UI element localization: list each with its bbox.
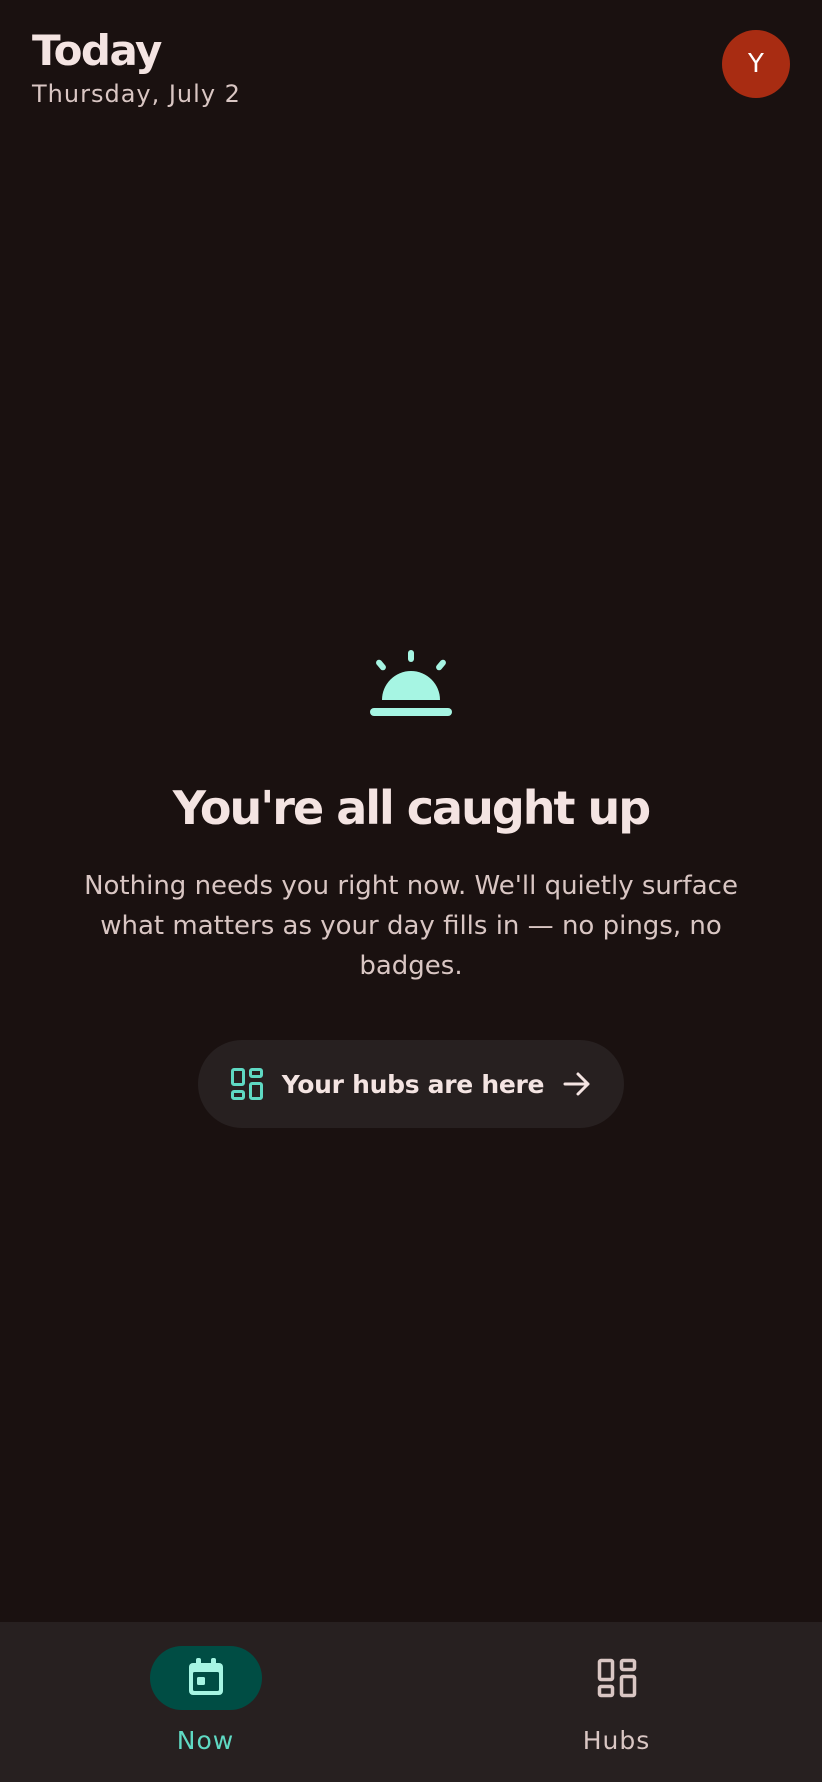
nav-item-now[interactable]: Now xyxy=(0,1622,411,1782)
dashboard-grid-icon xyxy=(597,1658,636,1698)
nav-pill xyxy=(561,1646,673,1710)
empty-state-description: Nothing needs you right now. We'll quiet… xyxy=(84,871,738,981)
nav-item-label: Now xyxy=(176,1726,235,1755)
page-date: Thursday, July 2 xyxy=(32,80,241,108)
avatar[interactable]: Y xyxy=(722,30,790,98)
page-title: Today xyxy=(32,26,162,75)
app-header: Today Thursday, July 2 xyxy=(32,24,241,110)
hubs-button-label: Your hubs are here xyxy=(281,1069,545,1099)
arrow-right-icon xyxy=(563,1072,590,1096)
bottom-navigation: Now Hubs xyxy=(0,1622,822,1782)
nav-active-indicator xyxy=(149,1646,262,1710)
calendar-icon xyxy=(188,1658,223,1695)
app-root: Today Thursday, July 2 Y You're all caug… xyxy=(0,0,822,1782)
empty-state: You're all caught up Nothing needs you r… xyxy=(0,648,822,1128)
service-bell-icon xyxy=(370,650,452,716)
hubs-button[interactable]: Your hubs are here xyxy=(198,1040,624,1128)
nav-item-label: Hubs xyxy=(582,1726,651,1755)
empty-state-title: You're all caught up xyxy=(172,781,651,835)
nav-item-hubs[interactable]: Hubs xyxy=(411,1622,822,1782)
dashboard-grid-icon xyxy=(230,1068,263,1100)
